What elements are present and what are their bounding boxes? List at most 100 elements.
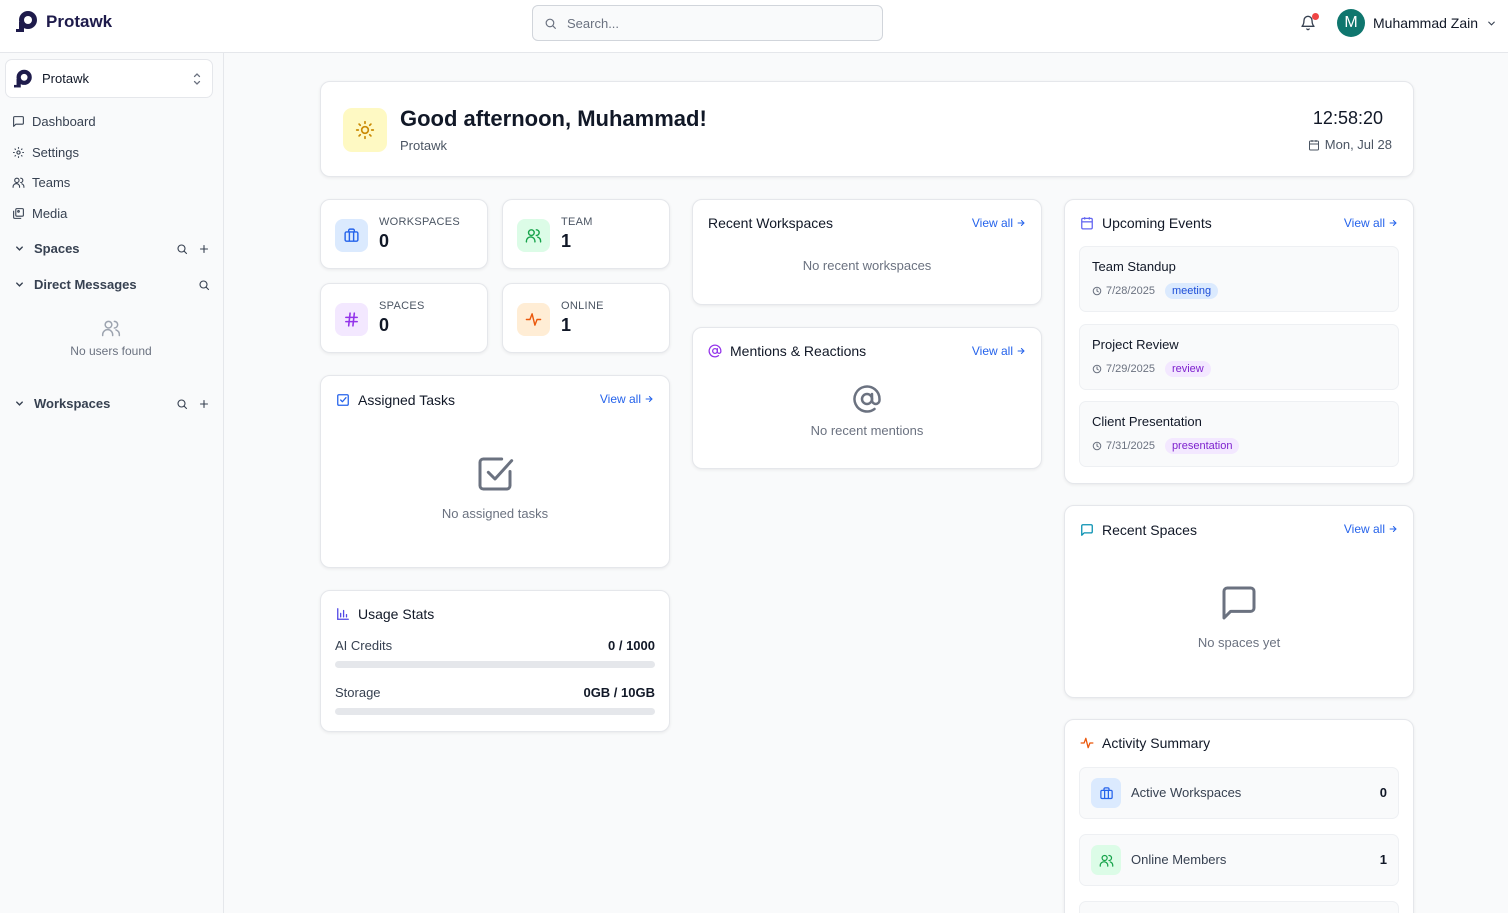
briefcase-icon xyxy=(335,219,368,252)
view-all-label: View all xyxy=(1343,522,1385,536)
section-label: Direct Messages xyxy=(34,277,137,292)
workspaces-empty-text: No recent workspaces xyxy=(802,258,932,273)
event-meta: 7/29/2025 review xyxy=(1092,361,1211,377)
stat-card-workspaces[interactable]: WORKSPACES 0 xyxy=(320,199,488,269)
chevrons-up-down-icon xyxy=(191,71,203,87)
card-title-text: Recent Workspaces xyxy=(708,215,834,231)
section-workspaces[interactable]: Workspaces xyxy=(14,396,210,411)
card-title: Mentions & Reactions xyxy=(708,343,866,359)
clock-icon xyxy=(1092,364,1102,374)
event-date: 7/29/2025 xyxy=(1106,363,1155,375)
view-all-link[interactable]: View all xyxy=(1344,522,1398,536)
chevron-down-icon[interactable] xyxy=(14,279,25,290)
card-title-text: Activity Summary xyxy=(1102,735,1211,751)
event-tag: presentation xyxy=(1164,438,1240,454)
sidebar-item-dashboard[interactable]: Dashboard xyxy=(12,114,96,129)
card-title: Upcoming Events xyxy=(1080,215,1212,231)
view-all-link[interactable]: View all xyxy=(972,216,1026,230)
event-item[interactable]: Client Presentation 7/31/2025 presentati… xyxy=(1079,401,1399,467)
arrow-right-icon xyxy=(644,394,654,404)
search-input[interactable] xyxy=(567,15,857,31)
brand-logo[interactable]: Protawk xyxy=(16,9,112,35)
event-item[interactable]: Team Standup 7/28/2025 meeting xyxy=(1079,246,1399,312)
activity-row-partial xyxy=(1079,901,1399,913)
activity-value: 1 xyxy=(1379,852,1387,867)
tasks-empty-state: No assigned tasks xyxy=(321,454,669,521)
org-switcher[interactable]: Protawk xyxy=(5,59,213,98)
at-sign-icon xyxy=(693,384,1041,414)
sidebar: Protawk Dashboard Settings Teams Media S… xyxy=(0,53,224,913)
view-all-link[interactable]: View all xyxy=(972,344,1026,358)
assigned-tasks-card: Assigned Tasks View all No assigned task… xyxy=(320,375,670,568)
search-box[interactable] xyxy=(532,5,883,41)
sidebar-item-teams[interactable]: Teams xyxy=(12,175,70,190)
stat-card-team[interactable]: TEAM 1 xyxy=(502,199,670,269)
sun-icon xyxy=(343,108,387,152)
view-all-label: View all xyxy=(599,392,641,406)
activity-label: Online Members xyxy=(1131,852,1227,867)
chevron-down-icon[interactable] xyxy=(14,243,25,254)
users-icon xyxy=(1091,845,1121,875)
card-title: Recent Spaces xyxy=(1080,522,1197,538)
view-all-link[interactable]: View all xyxy=(1344,216,1398,230)
event-tag: meeting xyxy=(1164,283,1219,299)
stat-value: 0 xyxy=(379,231,390,251)
top-bar: Protawk M Muhammad Zain xyxy=(0,0,1508,53)
view-all-label: View all xyxy=(971,344,1013,358)
event-item[interactable]: Project Review 7/29/2025 review xyxy=(1079,324,1399,390)
section-direct-messages[interactable]: Direct Messages xyxy=(14,277,210,292)
user-menu[interactable]: M Muhammad Zain xyxy=(1337,9,1497,37)
stat-card-online[interactable]: ONLINE 1 xyxy=(502,283,670,353)
mentions-empty-state: No recent mentions xyxy=(693,384,1041,438)
sidebar-item-label: Media xyxy=(32,206,68,221)
mentions-card: Mentions & Reactions View all No recent … xyxy=(692,327,1042,469)
card-title-text: Mentions & Reactions xyxy=(730,343,867,359)
at-sign-icon xyxy=(708,344,722,358)
activity-row-online-members: Online Members 1 xyxy=(1079,834,1399,886)
section-spaces[interactable]: Spaces xyxy=(14,241,210,256)
message-square-icon xyxy=(12,115,25,128)
search-icon[interactable] xyxy=(198,279,210,291)
chevron-down-icon[interactable] xyxy=(14,398,25,409)
view-all-link[interactable]: View all xyxy=(600,392,654,406)
org-name: Protawk xyxy=(42,71,89,86)
view-all-label: View all xyxy=(971,216,1013,230)
card-title-text: Assigned Tasks xyxy=(358,392,456,408)
clock-time: 12:58:20 xyxy=(1312,108,1383,128)
users-icon xyxy=(0,318,222,338)
briefcase-icon xyxy=(1091,778,1121,808)
activity-icon xyxy=(1080,736,1094,750)
usage-progress-bar xyxy=(335,661,655,668)
sidebar-item-label: Settings xyxy=(32,145,79,160)
greeting-subtitle: Protawk xyxy=(400,138,447,153)
search-icon[interactable] xyxy=(176,243,188,255)
arrow-right-icon xyxy=(1388,524,1398,534)
event-title: Team Standup xyxy=(1092,259,1176,274)
event-date: 7/31/2025 xyxy=(1106,440,1155,452)
sidebar-item-media[interactable]: Media xyxy=(12,206,67,221)
date-text: Mon, Jul 28 xyxy=(1324,137,1392,152)
usage-label: AI Credits xyxy=(335,638,393,653)
plus-icon[interactable] xyxy=(198,398,210,410)
recent-workspaces-card: Recent Workspaces View all No recent wor… xyxy=(692,199,1042,305)
empty-text: No recent mentions xyxy=(810,423,924,438)
clock-icon xyxy=(1092,441,1102,451)
dm-empty-text: No users found xyxy=(70,344,152,358)
event-date: 7/28/2025 xyxy=(1106,285,1155,297)
usage-progress-bar xyxy=(335,708,655,715)
search-icon[interactable] xyxy=(176,398,188,410)
protawk-logo-icon xyxy=(14,68,36,90)
arrow-right-icon xyxy=(1016,218,1026,228)
plus-icon[interactable] xyxy=(198,243,210,255)
sidebar-item-settings[interactable]: Settings xyxy=(12,145,79,160)
event-title: Client Presentation xyxy=(1092,414,1202,429)
stat-card-spaces[interactable]: SPACES 0 xyxy=(320,283,488,353)
section-label: Workspaces xyxy=(34,396,111,411)
event-meta: 7/31/2025 presentation xyxy=(1092,438,1240,454)
message-square-icon xyxy=(1080,523,1094,537)
clock-icon xyxy=(1092,286,1102,296)
avatar: M xyxy=(1337,9,1365,37)
users-icon xyxy=(12,176,25,189)
notification-dot xyxy=(1312,13,1319,20)
card-title-text: Usage Stats xyxy=(358,606,435,622)
